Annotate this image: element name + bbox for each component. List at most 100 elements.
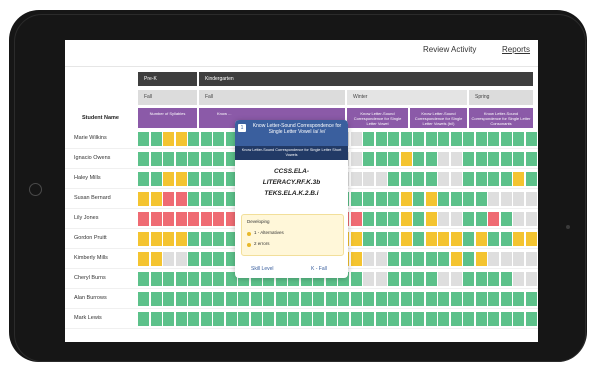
mastery-cell[interactable]: [138, 151, 150, 166]
mastery-cell[interactable]: [438, 191, 450, 206]
mastery-cell[interactable]: [488, 231, 500, 246]
mastery-cell[interactable]: [425, 251, 437, 266]
mastery-cell[interactable]: [275, 311, 287, 326]
mastery-cell[interactable]: [363, 151, 375, 166]
mastery-cell[interactable]: [475, 311, 487, 326]
mastery-cell[interactable]: [488, 311, 500, 326]
k-fall-link[interactable]: K - Fall: [311, 266, 327, 272]
mastery-cell[interactable]: [138, 231, 150, 246]
mastery-cell[interactable]: [450, 211, 462, 226]
mastery-cell[interactable]: [438, 231, 450, 246]
mastery-cell[interactable]: [525, 271, 537, 286]
mastery-cell[interactable]: [488, 171, 500, 186]
mastery-cell[interactable]: [188, 271, 200, 286]
mastery-cell[interactable]: [363, 211, 375, 226]
mastery-cell[interactable]: [463, 271, 475, 286]
mastery-cell[interactable]: [363, 171, 375, 186]
mastery-cell[interactable]: [213, 211, 225, 226]
mastery-cell[interactable]: [513, 191, 525, 206]
mastery-cell[interactable]: [213, 271, 225, 286]
mastery-cell[interactable]: [388, 211, 400, 226]
mastery-cell[interactable]: [388, 291, 400, 306]
mastery-cell[interactable]: [175, 291, 187, 306]
mastery-cell[interactable]: [163, 311, 175, 326]
mastery-cell[interactable]: [213, 191, 225, 206]
mastery-cell[interactable]: [175, 131, 187, 146]
mastery-cell[interactable]: [150, 131, 162, 146]
mastery-cell[interactable]: [375, 211, 387, 226]
mastery-cell[interactable]: [438, 151, 450, 166]
mastery-cell[interactable]: [350, 131, 362, 146]
mastery-cell[interactable]: [138, 311, 150, 326]
mastery-cell[interactable]: [388, 151, 400, 166]
mastery-cell[interactable]: [350, 271, 362, 286]
mastery-cell[interactable]: [388, 311, 400, 326]
mastery-cell[interactable]: [250, 311, 262, 326]
mastery-cell[interactable]: [338, 291, 350, 306]
mastery-cell[interactable]: [350, 231, 362, 246]
mastery-cell[interactable]: [375, 231, 387, 246]
mastery-cell[interactable]: [488, 251, 500, 266]
mastery-cell[interactable]: [213, 231, 225, 246]
student-name[interactable]: Susan Bernard: [74, 190, 111, 207]
mastery-cell[interactable]: [175, 311, 187, 326]
mastery-cell[interactable]: [400, 231, 412, 246]
mastery-cell[interactable]: [275, 291, 287, 306]
mastery-cell[interactable]: [425, 151, 437, 166]
mastery-cell[interactable]: [500, 211, 512, 226]
mastery-cell[interactable]: [200, 251, 212, 266]
mastery-cell[interactable]: [525, 291, 537, 306]
mastery-cell[interactable]: [375, 151, 387, 166]
mastery-cell[interactable]: [525, 231, 537, 246]
mastery-cell[interactable]: [150, 211, 162, 226]
mastery-cell[interactable]: [200, 211, 212, 226]
mastery-cell[interactable]: [425, 271, 437, 286]
mastery-cell[interactable]: [463, 311, 475, 326]
mastery-cell[interactable]: [513, 151, 525, 166]
mastery-cell[interactable]: [313, 291, 325, 306]
mastery-cell[interactable]: [463, 251, 475, 266]
mastery-cell[interactable]: [475, 131, 487, 146]
student-name[interactable]: Haley Mills: [74, 170, 101, 187]
mastery-cell[interactable]: [188, 231, 200, 246]
mastery-cell[interactable]: [138, 271, 150, 286]
mastery-cell[interactable]: [425, 211, 437, 226]
mastery-cell[interactable]: [163, 291, 175, 306]
mastery-cell[interactable]: [263, 291, 275, 306]
mastery-cell[interactable]: [163, 251, 175, 266]
mastery-cell[interactable]: [188, 131, 200, 146]
mastery-cell[interactable]: [188, 251, 200, 266]
mastery-cell[interactable]: [438, 311, 450, 326]
mastery-cell[interactable]: [188, 291, 200, 306]
mastery-cell[interactable]: [450, 191, 462, 206]
mastery-cell[interactable]: [450, 131, 462, 146]
mastery-cell[interactable]: [463, 131, 475, 146]
mastery-cell[interactable]: [238, 311, 250, 326]
mastery-cell[interactable]: [413, 211, 425, 226]
mastery-cell[interactable]: [200, 191, 212, 206]
review-activity-link[interactable]: Review Activity: [423, 45, 476, 54]
mastery-cell[interactable]: [363, 251, 375, 266]
mastery-cell[interactable]: [400, 271, 412, 286]
mastery-cell[interactable]: [488, 211, 500, 226]
student-name[interactable]: Cheryl Burns: [74, 270, 106, 287]
mastery-cell[interactable]: [163, 211, 175, 226]
mastery-cell[interactable]: [150, 311, 162, 326]
mastery-cell[interactable]: [450, 311, 462, 326]
mastery-cell[interactable]: [375, 311, 387, 326]
phase-header-vowel[interactable]: Know Letter-Sound Correspondence for Sin…: [347, 108, 408, 128]
mastery-cell[interactable]: [413, 231, 425, 246]
mastery-cell[interactable]: [413, 151, 425, 166]
mastery-cell[interactable]: [488, 131, 500, 146]
mastery-cell[interactable]: [200, 231, 212, 246]
skill-level-link[interactable]: Skill Level: [251, 266, 274, 272]
mastery-cell[interactable]: [350, 211, 362, 226]
mastery-cell[interactable]: [213, 151, 225, 166]
mastery-cell[interactable]: [150, 151, 162, 166]
mastery-cell[interactable]: [525, 131, 537, 146]
mastery-cell[interactable]: [150, 271, 162, 286]
mastery-cell[interactable]: [175, 191, 187, 206]
mastery-cell[interactable]: [138, 131, 150, 146]
mastery-cell[interactable]: [488, 191, 500, 206]
mastery-cell[interactable]: [213, 291, 225, 306]
